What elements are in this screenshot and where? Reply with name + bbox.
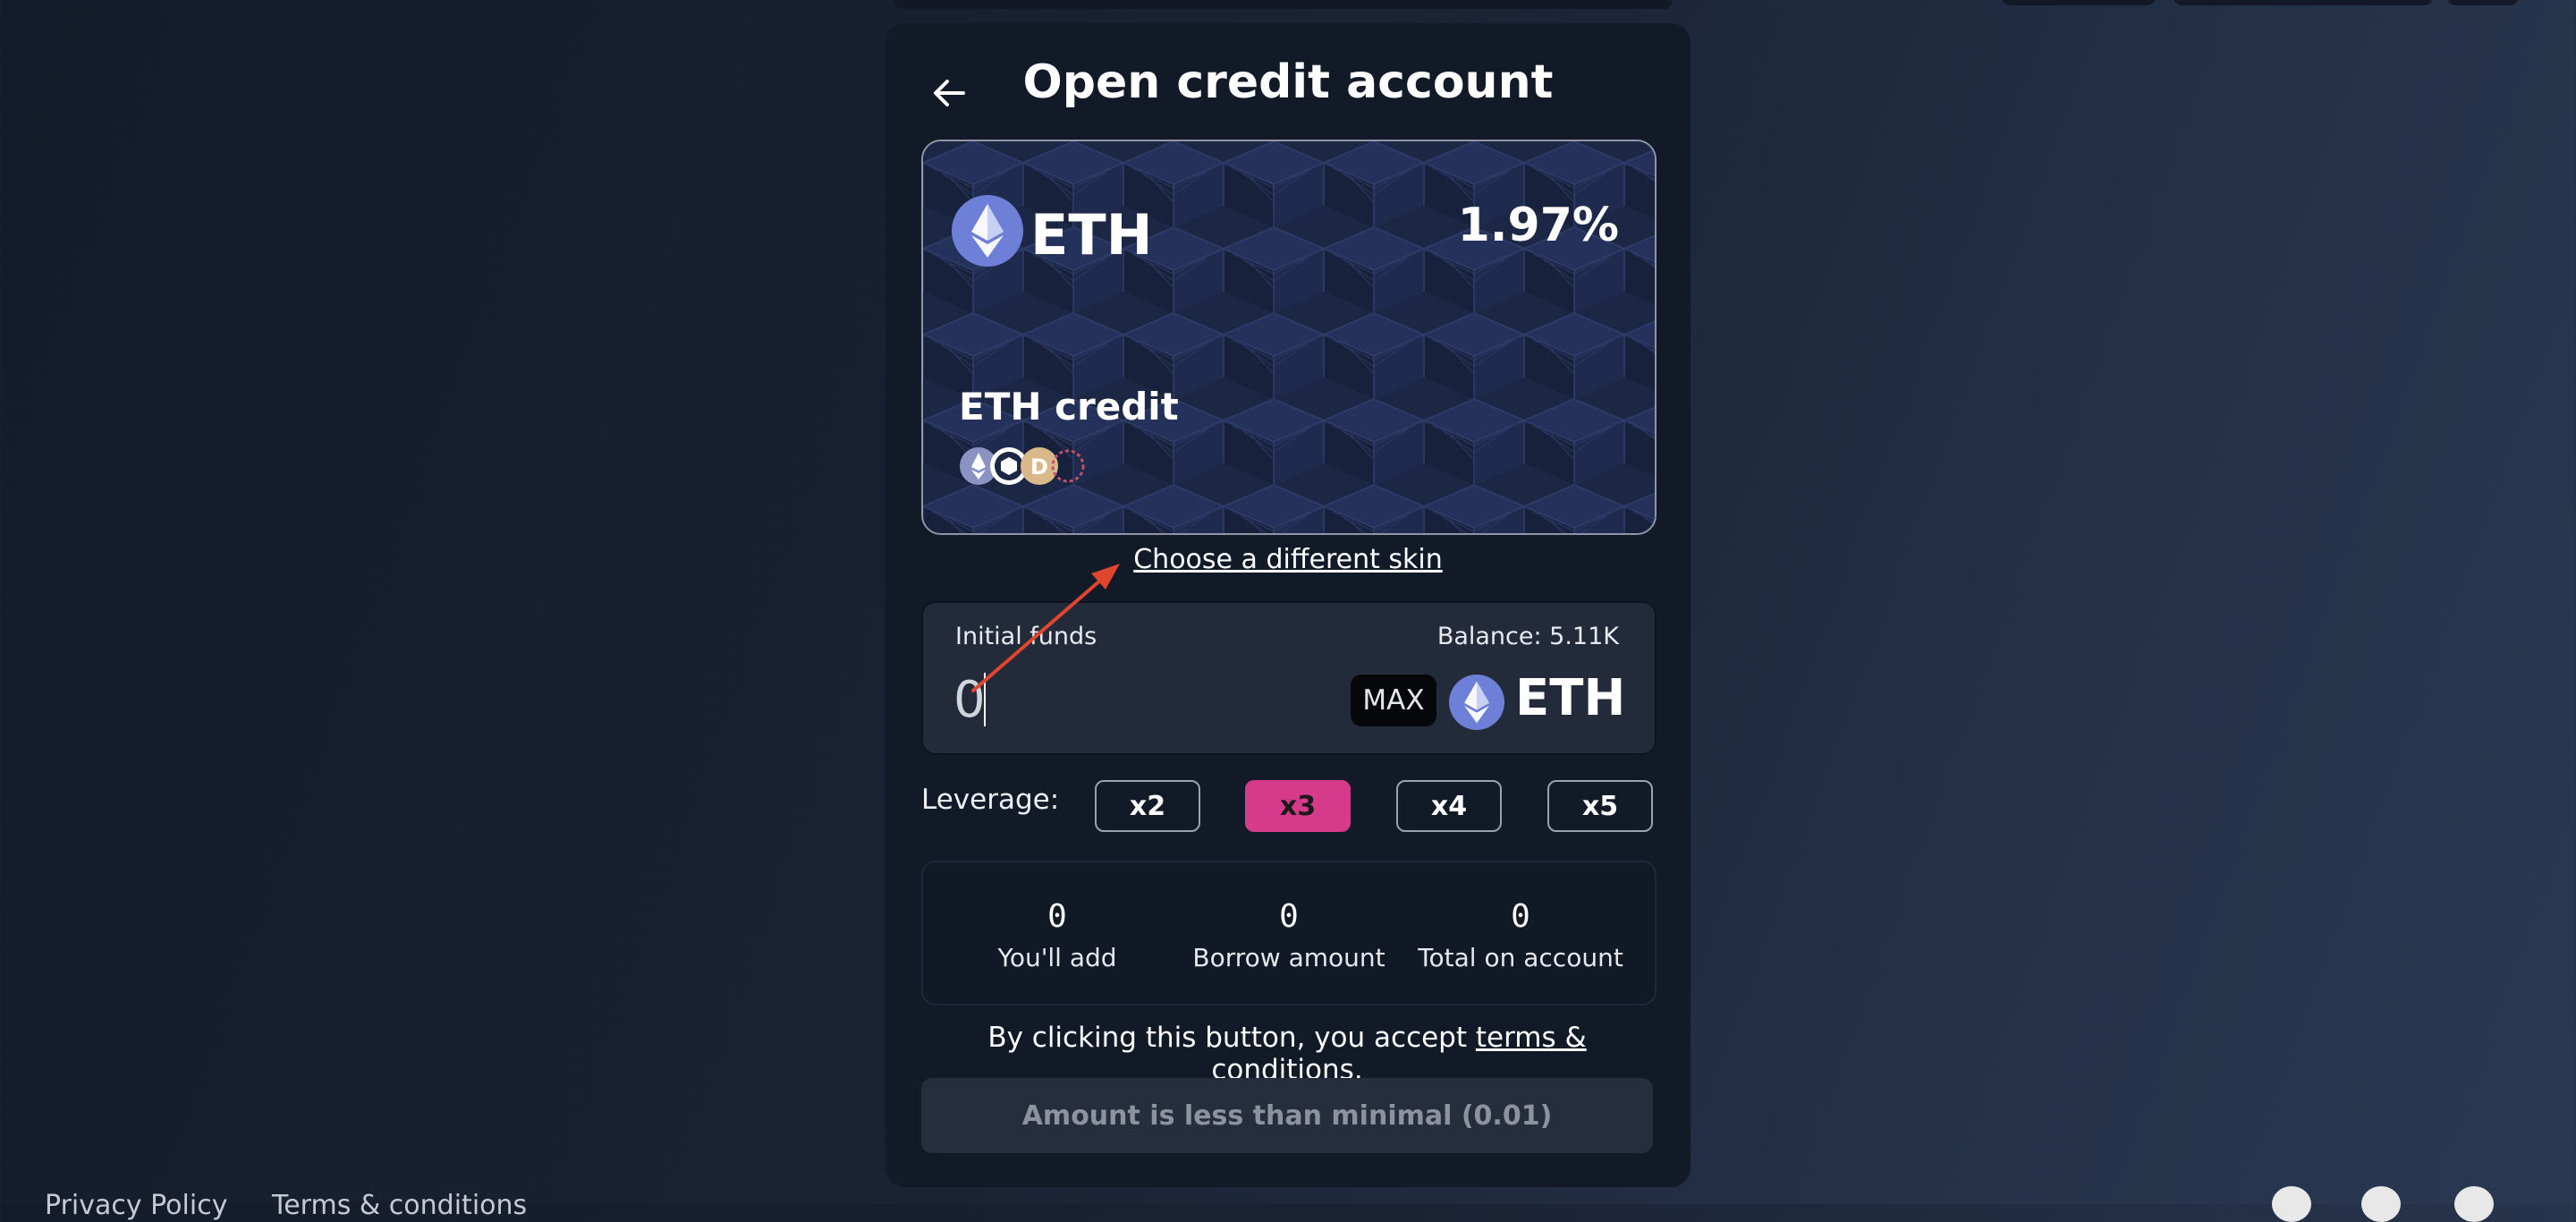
top-nav-bar bbox=[894, 0, 1673, 9]
max-button[interactable]: MAX bbox=[1351, 675, 1436, 726]
card-credit-name: ETH credit bbox=[959, 385, 1179, 429]
stat-label: Total on account bbox=[1418, 943, 1623, 972]
leverage-x5-button[interactable]: x5 bbox=[1547, 780, 1653, 832]
stat-value: 0 bbox=[1047, 898, 1067, 935]
choose-skin-link[interactable]: Choose a different skin bbox=[966, 544, 1610, 575]
terms-prefix: By clicking this button, you accept bbox=[987, 1022, 1476, 1054]
stat-label: You'll add bbox=[997, 943, 1117, 972]
footer-link-privacy[interactable]: Privacy Policy bbox=[45, 1190, 227, 1221]
credit-card-preview: ETH 1.97% ETH credit D bbox=[921, 140, 1657, 535]
submit-button[interactable]: Amount is less than minimal (0.01) bbox=[921, 1078, 1653, 1153]
github-icon[interactable] bbox=[2454, 1186, 2494, 1222]
balance-label: Balance: 5.11K bbox=[1436, 623, 1619, 650]
stat-label: Borrow amount bbox=[1192, 943, 1385, 972]
twitter-icon[interactable] bbox=[2272, 1186, 2311, 1222]
amount-input[interactable] bbox=[953, 664, 1222, 735]
nav-pill[interactable] bbox=[2002, 0, 2156, 5]
stat-total-on-account: 0 Total on account bbox=[1404, 898, 1637, 972]
terms-notice: By clicking this button, you accept term… bbox=[921, 1022, 1653, 1086]
card-apy: 1.97% bbox=[1457, 199, 1619, 252]
leverage-x2-button[interactable]: x2 bbox=[1095, 780, 1200, 832]
footer-link-terms[interactable]: Terms & conditions bbox=[272, 1190, 527, 1221]
eth-icon bbox=[952, 195, 1023, 267]
menu-pill[interactable] bbox=[2447, 0, 2519, 5]
leverage-label: Leverage: bbox=[921, 784, 1060, 816]
arrow-left-icon bbox=[934, 80, 965, 106]
card-asset-name: ETH bbox=[1030, 202, 1153, 267]
stat-value: 0 bbox=[1279, 898, 1299, 935]
summary-box: 0 You'll add 0 Borrow amount 0 Total on … bbox=[921, 861, 1657, 1006]
svg-text:D: D bbox=[1030, 454, 1048, 479]
leverage-x3-button[interactable]: x3 bbox=[1245, 780, 1351, 832]
stat-value: 0 bbox=[1511, 898, 1530, 935]
initial-funds-label: Initial funds bbox=[955, 623, 1097, 650]
stat-borrow-amount: 0 Borrow amount bbox=[1173, 898, 1405, 972]
discord-icon[interactable] bbox=[2361, 1186, 2401, 1222]
page-title: Open credit account bbox=[1022, 55, 1554, 109]
stat-you-add: 0 You'll add bbox=[941, 898, 1174, 972]
footer-links: Privacy Policy Terms & conditions bbox=[45, 1190, 563, 1221]
wallet-pill[interactable] bbox=[2174, 0, 2433, 5]
text-caret bbox=[984, 673, 986, 726]
supported-tokens-icons: D bbox=[960, 447, 1085, 485]
token-label[interactable]: ETH bbox=[1515, 669, 1625, 727]
initial-funds-box: Initial funds Balance: 5.11K MAX ETH bbox=[921, 601, 1657, 755]
eth-icon bbox=[1449, 675, 1504, 730]
leverage-x4-button[interactable]: x4 bbox=[1396, 780, 1502, 832]
